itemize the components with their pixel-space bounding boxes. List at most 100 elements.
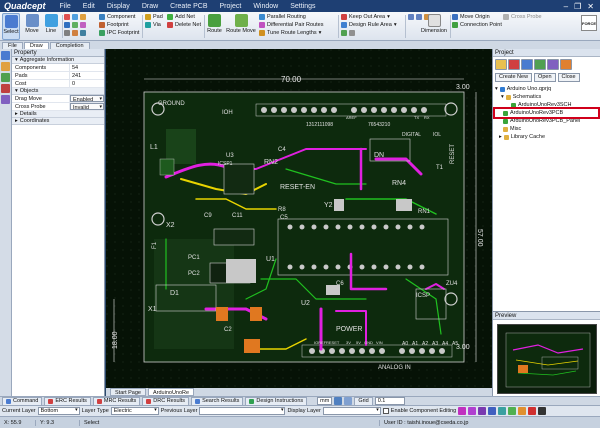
pdf-icon[interactable] [508,59,520,70]
current-layer-select[interactable]: Bottom [37,407,80,415]
delete-net-button[interactable]: Delete Net [167,22,201,28]
net-icon[interactable] [1,73,10,82]
force-button[interactable]: FORCE [581,15,597,31]
add-net-button[interactable]: Add Net [167,14,195,20]
display-layer-select[interactable] [322,407,381,415]
connection-point-button[interactable]: Connection Point [452,22,502,28]
open-button[interactable]: Open [534,73,556,82]
drc-icon[interactable] [1,84,10,93]
via-button[interactable]: Via [145,22,161,28]
menu-edit[interactable]: Edit [83,3,95,10]
route-button[interactable]: Route [206,13,223,40]
layer-color-2[interactable] [468,407,477,415]
cross-probe-button[interactable]: Cross Probe [503,14,542,20]
tree-item-pcb-panel[interactable]: ArduinoUnoRev3PCB_Panel [495,117,598,125]
grid-value-input[interactable]: 0.1 [374,397,405,405]
menu-settings[interactable]: Settings [290,3,315,10]
text-icon [64,22,70,28]
settings-icon[interactable] [560,59,572,70]
tree-item-sch[interactable]: ArduinoUnoRev3SCH [495,101,598,109]
tree-item-library-cache[interactable]: ▸ Library Cache [495,133,598,141]
svg-text:PC1: PC1 [188,255,200,261]
menu-window[interactable]: Window [253,3,278,10]
save-icon[interactable] [521,59,533,70]
library-icon[interactable] [547,59,559,70]
pad-button[interactable]: Pad [145,14,163,20]
line-button[interactable]: Line [42,13,60,40]
menu-display[interactable]: Display [107,3,130,10]
tune-route-button[interactable]: Tune Route Lengths ▾ [259,30,321,36]
dim-right: 57.00 [476,229,483,247]
menu-project[interactable]: Project [220,3,242,10]
draw-tools-icons[interactable] [64,14,86,20]
keep-out-area-button[interactable]: Keep Out Area ▾ [341,14,390,20]
pcb-canvas[interactable]: 70.00 57.00 3.00 18.00 3.00 IOH 13121110… [106,49,492,388]
component-button[interactable]: Component [99,14,135,20]
enable-component-editing-checkbox[interactable] [382,408,389,414]
route-move-button[interactable]: Route Move [226,13,256,40]
drag-move-select[interactable]: Enabled [70,95,104,102]
move-button[interactable]: Move [23,13,41,40]
pcb-icon [503,110,508,116]
design-rule-area-button[interactable]: Design Rule Area ▾ [341,22,397,28]
cross-probe-select[interactable]: Invalid [70,103,104,110]
menu-file[interactable]: File [60,3,71,10]
objects-section[interactable]: ▾ Objects [12,88,104,95]
maximize-icon[interactable]: ❐ [574,2,581,11]
menu-create-pcb[interactable]: Create PCB [170,3,207,10]
coordinates-section[interactable]: ▸ Coordinates [12,118,104,125]
svg-text:A0: A0 [402,341,408,347]
details-section[interactable]: ▸ Details [12,111,104,118]
layer-icon[interactable] [1,62,10,71]
unit-select[interactable]: mm [317,397,333,405]
svg-text:AREF: AREF [346,115,357,120]
svg-text:RESET: RESET [326,340,340,345]
tab-start-page[interactable]: Start Page [110,388,146,396]
status-y: Y: 9.3 [36,419,80,426]
tab-arduino-uno-pcb[interactable]: ArduinoUnoRe [148,388,195,396]
differential-pair-button[interactable]: Differential Pair Routes [259,22,323,28]
parallel-routing-button[interactable]: Parallel Routing [259,14,306,20]
select-button[interactable]: Select [2,13,20,40]
tune-icon [259,30,265,36]
close-button[interactable]: Close [557,73,580,82]
property-icon[interactable] [1,51,10,60]
command-icon [6,398,11,404]
aggregate-section[interactable]: ▾ Aggregate Information [12,57,104,64]
tab-completion[interactable]: Completion [49,42,90,49]
layer-color-1[interactable] [458,407,467,415]
tree-item-schematics[interactable]: ▾ Schematics [495,93,598,101]
ipc-footprint-button[interactable]: IPC Footprint [99,30,139,36]
layer-color-8[interactable] [528,407,537,415]
svg-text:VIN: VIN [376,340,383,345]
create-new-button[interactable]: Create New [495,73,533,82]
move-origin-button[interactable]: Move Origin [452,14,490,20]
close-icon[interactable]: ✕ [587,2,594,11]
layer-type-select[interactable]: Electric [110,407,159,415]
folder-icon[interactable] [495,59,507,70]
previous-layer-select[interactable] [199,407,286,415]
dimension-button[interactable]: Dimension [420,13,448,40]
text-tools-icons[interactable] [64,22,86,28]
layer-color-4[interactable] [488,407,497,415]
layer-color-7[interactable] [518,407,527,415]
preview-thumbnail[interactable] [497,324,597,394]
layer-color-9[interactable] [538,407,547,415]
grid-icon[interactable] [344,397,353,405]
menu-draw[interactable]: Draw [142,3,158,10]
extra-area-icons[interactable] [341,30,355,36]
tab-draw[interactable]: Draw [23,42,49,49]
tree-item-project[interactable]: ▾ Arduino Uno.qprjq [495,85,598,93]
footprint-button[interactable]: Footprint [99,22,129,28]
misc-tools-icons[interactable] [64,30,86,36]
part-icon[interactable] [1,95,10,104]
minimize-icon[interactable]: – [564,2,568,11]
layer-color-5[interactable] [498,407,507,415]
layer-color-3[interactable] [478,407,487,415]
tree-item-misc[interactable]: Misc [495,125,598,133]
export-icon[interactable] [534,59,546,70]
layer-color-6[interactable] [508,407,517,415]
snap-icon[interactable] [334,397,343,405]
tab-file[interactable]: File [2,42,23,49]
tree-item-pcb[interactable]: ArduinoUnoRev3PCB [493,107,600,119]
